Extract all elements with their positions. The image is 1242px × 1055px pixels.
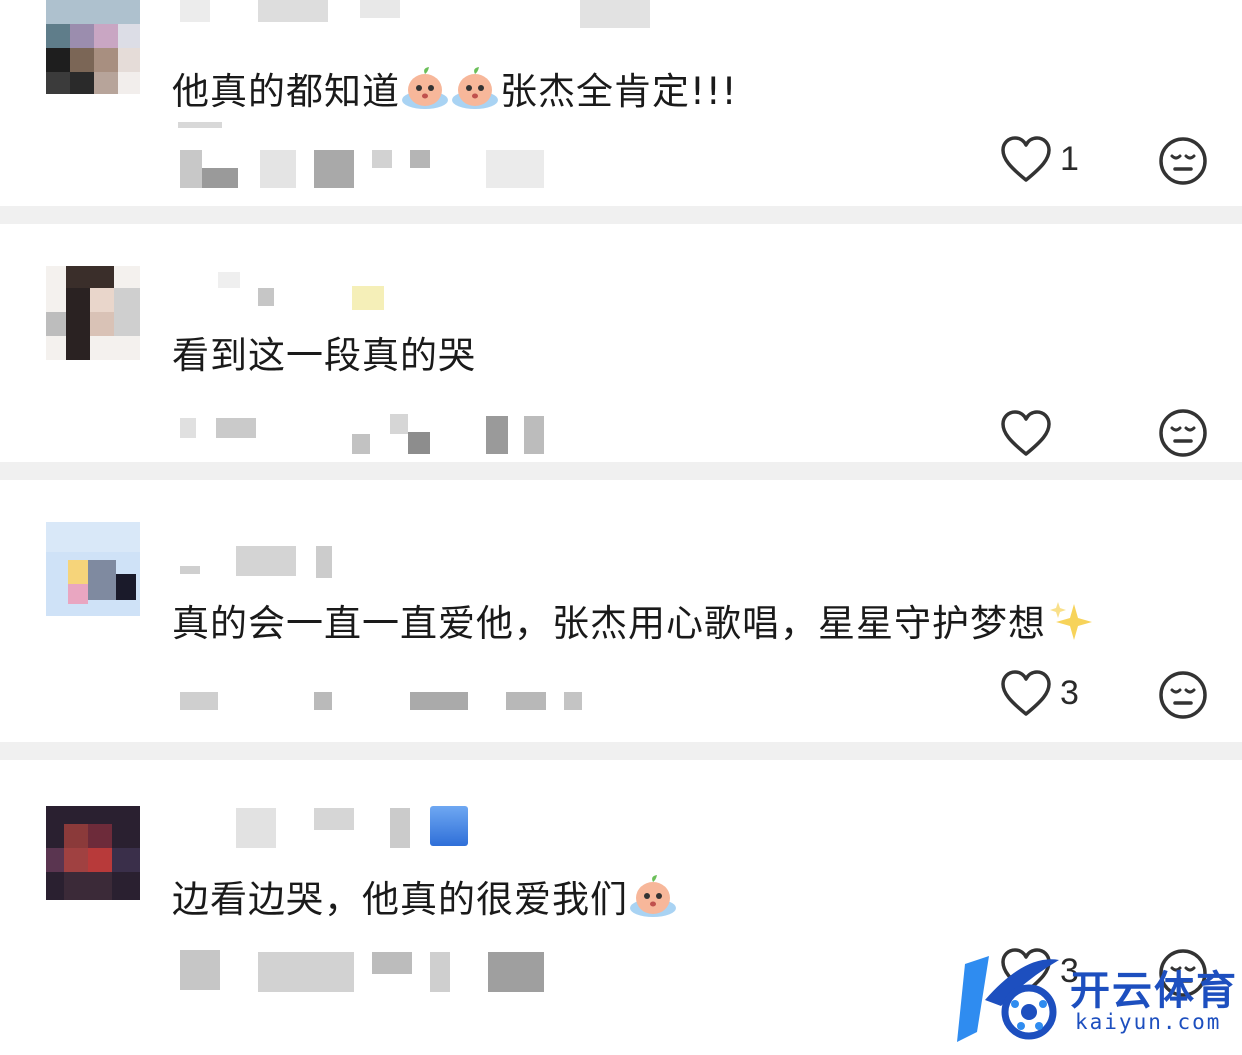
comment-meta-redacted	[488, 952, 544, 992]
comment-meta-redacted	[180, 150, 202, 188]
comment-meta-redacted	[372, 150, 392, 168]
username-redacted[interactable]	[316, 546, 332, 578]
comment-meta-redacted	[180, 950, 220, 990]
comment-meta-redacted	[430, 952, 450, 992]
crying-peach-emoji-icon	[628, 874, 678, 918]
comment-meta-redacted	[260, 150, 296, 188]
comment-meta-redacted	[180, 692, 218, 710]
comment-meta-redacted	[486, 416, 508, 454]
sparkles-emoji-icon	[1046, 598, 1096, 642]
comment-meta-redacted	[314, 150, 354, 188]
watermark-cn: 开云体育	[1070, 968, 1238, 1014]
divider	[0, 462, 1242, 480]
heart-outline-icon	[1001, 670, 1051, 716]
comment-meta-redacted	[410, 150, 430, 168]
comment-meta-redacted	[352, 434, 370, 454]
comment-meta-redacted	[216, 418, 256, 438]
comment-meta-redacted	[202, 168, 238, 188]
comment-meta-redacted	[390, 414, 408, 434]
username-redacted[interactable]	[258, 0, 328, 22]
avatar[interactable]	[46, 522, 140, 616]
expressionless-face-icon[interactable]	[1158, 670, 1208, 720]
username-redacted[interactable]	[236, 546, 296, 576]
comment-meta-redacted	[258, 952, 354, 992]
avatar[interactable]	[46, 0, 140, 94]
comment-meta-redacted	[564, 692, 582, 710]
crying-peach-emoji-icon	[400, 66, 450, 110]
avatar[interactable]	[46, 266, 140, 360]
like-button[interactable]	[1000, 408, 1090, 460]
expressionless-face-icon[interactable]	[1158, 136, 1208, 186]
comment-meta-redacted	[410, 692, 468, 710]
comment-meta-redacted	[372, 952, 412, 974]
avatar[interactable]	[46, 806, 140, 900]
comment-meta-redacted	[506, 692, 546, 710]
kaiyun-logo-icon	[957, 956, 1059, 1042]
username-redacted[interactable]	[236, 808, 276, 848]
crying-peach-emoji-icon	[450, 66, 500, 110]
like-button[interactable]: 1	[1000, 134, 1090, 186]
username-redacted[interactable]	[352, 286, 384, 310]
heart-outline-icon	[1001, 410, 1051, 456]
username-redacted[interactable]	[360, 0, 400, 18]
divider	[0, 742, 1242, 760]
comment-meta-redacted	[486, 150, 544, 188]
comment-item-1: 他真的都知道 张杰全肯定!!! 1	[0, 0, 1242, 206]
comment-text: 真的会一直一直爱他，张杰用心歌唱，星星守护梦想	[172, 598, 1096, 646]
username-redacted[interactable]	[258, 288, 274, 306]
username-redacted[interactable]	[218, 272, 240, 288]
watermark-en: kaiyun.com	[1075, 1010, 1222, 1034]
expressionless-face-icon[interactable]	[1158, 408, 1208, 458]
username-redacted[interactable]	[314, 808, 354, 830]
divider	[0, 206, 1242, 224]
comment-meta-redacted	[524, 416, 544, 454]
watermark-logo: 开云体育 kaiyun.com	[955, 950, 1240, 1050]
username-redacted[interactable]	[580, 0, 650, 28]
comment-text: 他真的都知道 张杰全肯定!!!	[172, 66, 738, 114]
verified-badge-icon	[430, 806, 468, 846]
heart-outline-icon	[1001, 136, 1051, 182]
username-redacted[interactable]	[180, 0, 210, 22]
username-redacted[interactable]	[390, 808, 410, 848]
comment-meta-redacted	[180, 418, 196, 438]
like-button[interactable]: 3	[1000, 668, 1090, 720]
comment-meta-redacted	[314, 692, 332, 710]
comment-item-2: 看到这一段真的哭	[0, 224, 1242, 462]
like-count: 3	[1060, 674, 1079, 712]
username-redacted[interactable]	[180, 566, 200, 574]
comment-meta-redacted	[178, 122, 222, 128]
comment-item-3: 真的会一直一直爱他，张杰用心歌唱，星星守护梦想 3	[0, 480, 1242, 742]
comment-text: 边看边哭，他真的很爱我们	[172, 874, 678, 922]
like-count: 1	[1060, 140, 1079, 178]
comment-text: 看到这一段真的哭	[172, 334, 476, 377]
comment-meta-redacted	[408, 432, 430, 454]
